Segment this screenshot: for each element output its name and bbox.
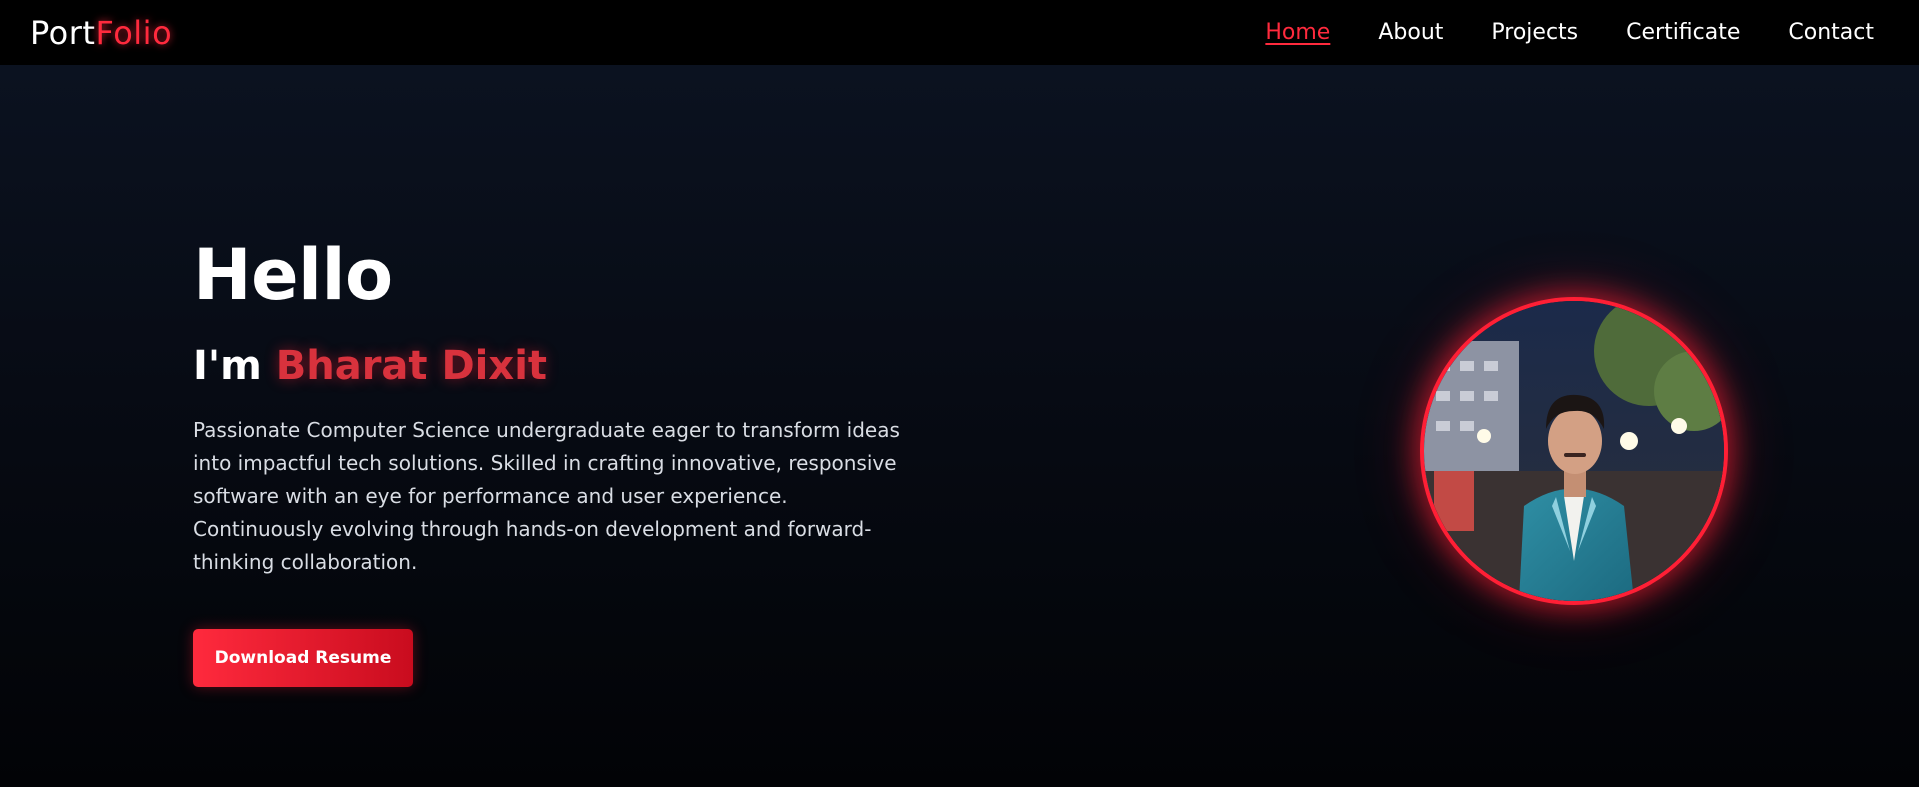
- hero-description: Passionate Computer Science undergraduat…: [193, 418, 900, 574]
- hero-text: Hello I'm Bharat Dixit Passionate Comput…: [193, 240, 913, 687]
- hero-name: Bharat Dixit: [275, 343, 548, 389]
- nav-links: Home About Projects Certificate Contact: [1265, 20, 1874, 45]
- intro-prefix: I'm: [193, 343, 262, 389]
- nav-link-projects[interactable]: Projects: [1491, 20, 1578, 45]
- nav-link-about[interactable]: About: [1378, 20, 1443, 45]
- profile-avatar: [1420, 297, 1728, 605]
- brand-logo[interactable]: PortFolio: [30, 14, 172, 52]
- hero-greeting: Hello: [193, 234, 393, 316]
- download-resume-button[interactable]: Download Resume: [193, 629, 413, 687]
- navbar: PortFolio Home About Projects Certificat…: [0, 0, 1919, 65]
- hero-intro: I'm Bharat Dixit: [193, 344, 913, 388]
- nav-link-home[interactable]: Home: [1265, 20, 1330, 45]
- nav-link-certificate[interactable]: Certificate: [1626, 20, 1740, 45]
- nav-link-contact[interactable]: Contact: [1788, 20, 1874, 45]
- profile-photo-illustration: [1424, 301, 1724, 601]
- brand-text-port: Port: [30, 13, 96, 52]
- hero-section: Hello I'm Bharat Dixit Passionate Comput…: [0, 65, 1919, 787]
- brand-text-folio: Folio: [95, 13, 173, 52]
